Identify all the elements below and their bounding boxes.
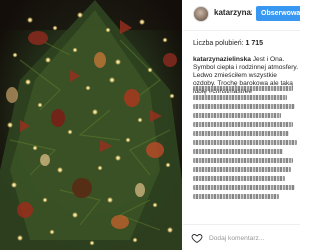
comment-pixelated [193, 86, 293, 91]
comment-pixelated [193, 149, 283, 154]
comment-pixelated [193, 167, 291, 172]
likes-count: Liczba polubień: 1 715 [193, 40, 263, 47]
likes-label: Liczba polubień: [193, 40, 244, 47]
likes-number: 1 715 [245, 40, 264, 47]
post-header: katarzynazi... Obserwowanie [183, 0, 300, 31]
comment-pixelated [193, 140, 297, 145]
comment-pixelated [193, 113, 281, 118]
comment-pixelated [193, 176, 285, 181]
username-link[interactable]: katarzynazi... [214, 8, 252, 17]
christmas-tree-image [0, 0, 182, 250]
heart-icon[interactable] [191, 232, 203, 244]
comment-pixelated [193, 95, 287, 100]
avatar[interactable] [193, 6, 209, 22]
post-photo[interactable] [0, 0, 182, 250]
caption-author[interactable]: katarzynazielinska [193, 56, 251, 63]
comment-input[interactable] [209, 232, 295, 244]
comment-bar [183, 224, 300, 250]
comment-pixelated [193, 122, 293, 127]
follow-button[interactable]: Obserwowanie [256, 6, 300, 21]
comment-pixelated [193, 131, 289, 136]
comment-pixelated [193, 194, 279, 199]
comment-pixelated [193, 158, 293, 163]
comment-pixelated [193, 104, 295, 109]
post-side-panel: katarzynazi... Obserwowanie Liczba polub… [183, 0, 300, 250]
comment-pixelated [193, 185, 295, 190]
comments-list [193, 86, 299, 203]
